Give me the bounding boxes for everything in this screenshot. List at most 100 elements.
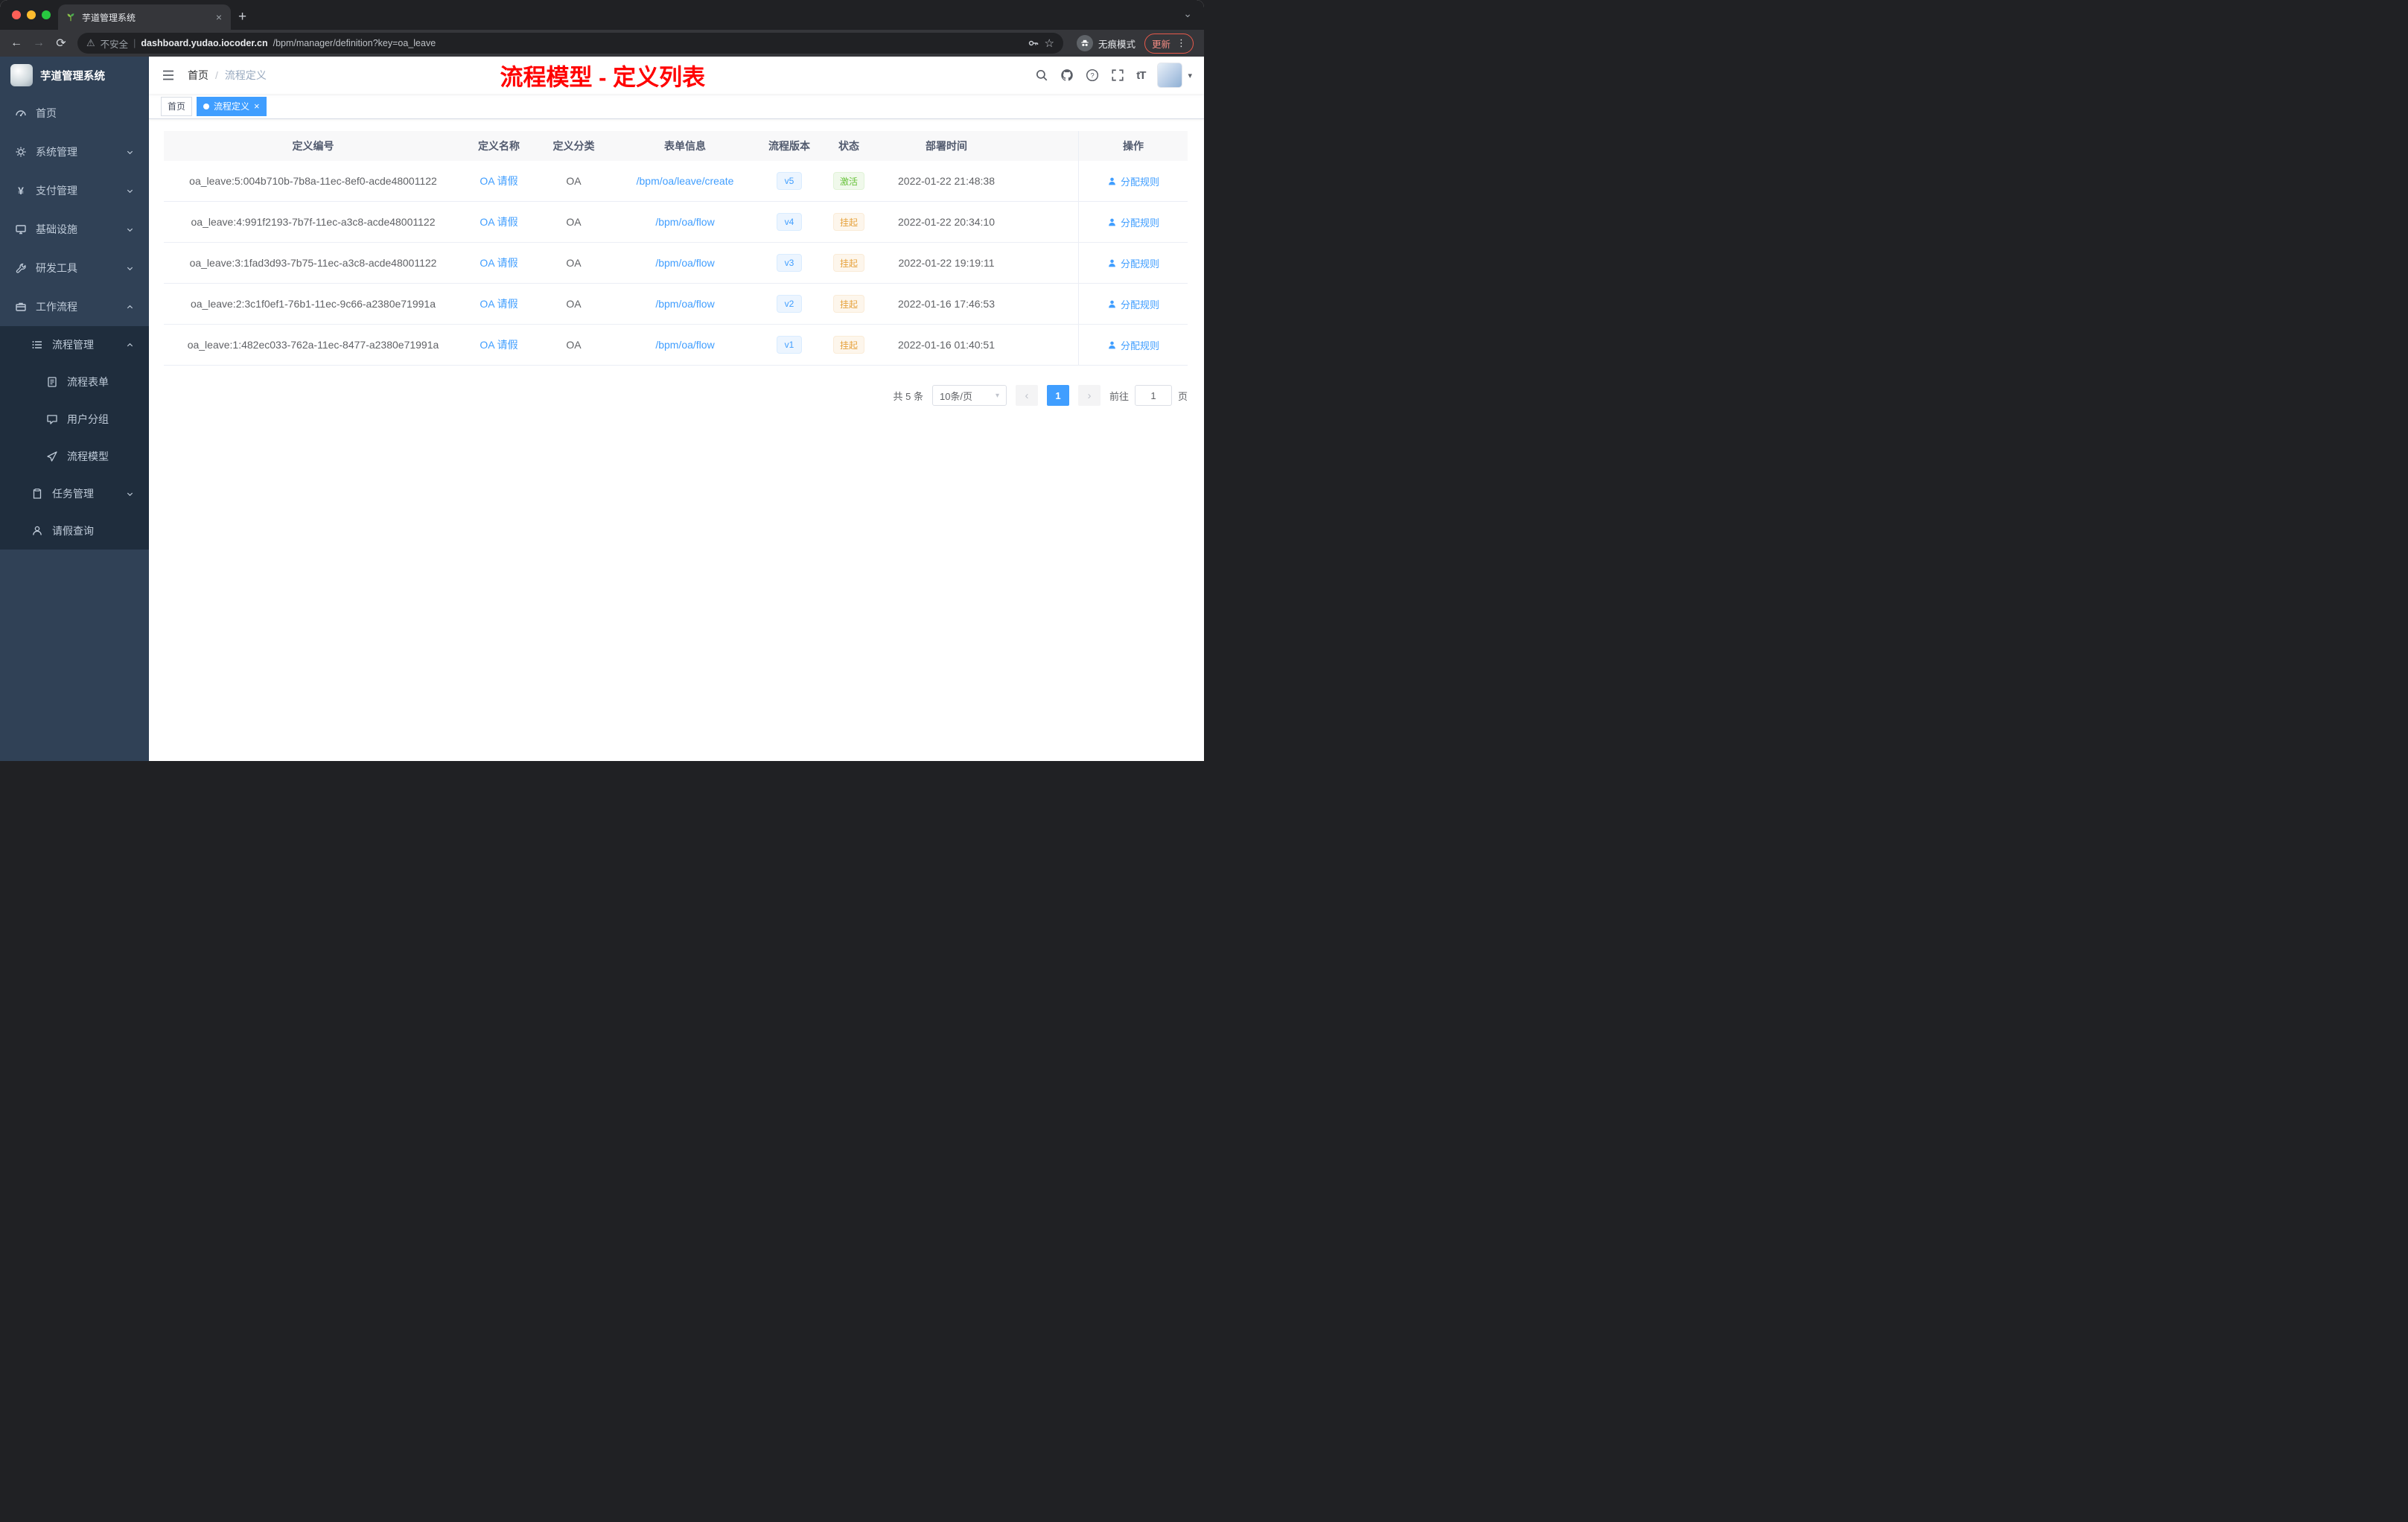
tag-label: 首页 xyxy=(168,101,186,112)
cell-status: 挂起 xyxy=(821,202,877,242)
sidebar-item-label: 工作流程 xyxy=(36,301,77,313)
browser-update-button[interactable]: 更新 ⋮ xyxy=(1144,33,1194,54)
breadcrumb-home[interactable]: 首页 xyxy=(188,68,208,83)
table-row: oa_leave:2:3c1f0ef1-76b1-11ec-9c66-a2380… xyxy=(164,284,1188,325)
cell-definition-category: OA xyxy=(566,257,582,269)
avatar[interactable] xyxy=(1157,63,1183,88)
tag-process-definition[interactable]: 流程定义 × xyxy=(197,96,267,116)
header-definition-id: 定义编号 xyxy=(292,140,334,152)
document-icon xyxy=(46,376,58,388)
cell-form-info: /bpm/oa/flow xyxy=(612,243,758,283)
header-actions: 操作 xyxy=(1078,131,1188,161)
maximize-window-button[interactable] xyxy=(42,10,51,19)
svg-text:?: ? xyxy=(1091,71,1095,80)
cell-definition-category: OA xyxy=(566,175,582,187)
user-avatar-dropdown[interactable]: ▾ xyxy=(1157,63,1192,88)
assign-rule-link[interactable]: 分配规则 xyxy=(1107,174,1159,188)
gear-icon xyxy=(15,146,27,158)
sidebar-item-payment[interactable]: ¥ 支付管理 xyxy=(0,171,149,210)
cell-definition-id: oa_leave:1:482ec033-762a-11ec-8477-a2380… xyxy=(187,339,439,351)
search-icon[interactable] xyxy=(1035,69,1048,82)
sidebar-item-user-group[interactable]: 用户分组 xyxy=(0,401,149,438)
sidebar-item-process-form[interactable]: 流程表单 xyxy=(0,363,149,401)
tag-close-icon[interactable]: × xyxy=(254,101,260,111)
workflow-submenu: 流程管理 流程表单 用户分组 流程模型 任务管理 请假查询 xyxy=(0,326,149,550)
bookmark-star-icon[interactable]: ☆ xyxy=(1045,36,1054,50)
password-key-icon[interactable] xyxy=(1028,37,1039,49)
cell-actions: 分配规则 xyxy=(1078,325,1188,365)
assign-rule-link[interactable]: 分配规则 xyxy=(1107,297,1159,311)
cell-spacer xyxy=(1016,243,1078,283)
pagination: 共 5 条 10条/页 ▾ ‹ 1 › 前往 页 xyxy=(164,385,1188,406)
definition-name-link[interactable]: OA 请假 xyxy=(480,296,517,311)
update-label: 更新 xyxy=(1151,39,1170,50)
cell-actions: 分配规则 xyxy=(1078,161,1188,201)
cell-process-version: v4 xyxy=(758,202,821,242)
sidebar-item-process-model[interactable]: 流程模型 xyxy=(0,438,149,475)
page-number-1[interactable]: 1 xyxy=(1046,385,1069,406)
briefcase-icon xyxy=(15,301,27,313)
security-warning-label[interactable]: 不安全 xyxy=(101,36,129,51)
menu-fold-icon[interactable] xyxy=(161,68,176,83)
sidebar-item-infrastructure[interactable]: 基础设施 xyxy=(0,210,149,249)
person-icon xyxy=(1109,300,1115,308)
tag-home[interactable]: 首页 xyxy=(161,96,193,116)
next-page-button[interactable]: › xyxy=(1077,385,1101,406)
tab-strip: 芋道管理系统 × + ⌄ xyxy=(0,0,1204,30)
list-icon xyxy=(31,339,43,351)
new-tab-button[interactable]: + xyxy=(238,9,246,25)
sidebar-item-task-management[interactable]: 任务管理 xyxy=(0,475,149,512)
tab-search-icon[interactable]: ⌄ xyxy=(1183,7,1192,20)
browser-tab[interactable]: 芋道管理系统 × xyxy=(58,4,231,30)
minimize-window-button[interactable] xyxy=(27,10,36,19)
form-info-link[interactable]: /bpm/oa/flow xyxy=(655,298,714,310)
assign-rule-link[interactable]: 分配规则 xyxy=(1107,256,1159,270)
address-bar[interactable]: ⚠ 不安全 | dashboard.yudao.iocoder.cn/bpm/m… xyxy=(77,33,1063,54)
sidebar-item-home[interactable]: 首页 xyxy=(0,94,149,133)
cell-definition-category: OA xyxy=(566,339,582,351)
sidebar-item-system[interactable]: 系统管理 xyxy=(0,133,149,171)
sidebar-item-workflow[interactable]: 工作流程 xyxy=(0,287,149,326)
browser-toolbar: ← → ⟳ ⚠ 不安全 | dashboard.yudao.iocoder.cn… xyxy=(0,30,1204,57)
definition-name-link[interactable]: OA 请假 xyxy=(480,173,517,188)
definition-name-link[interactable]: OA 请假 xyxy=(480,214,517,229)
assign-rule-link[interactable]: 分配规则 xyxy=(1107,215,1159,229)
page-size-select[interactable]: 10条/页 ▾ xyxy=(931,385,1007,406)
table-row: oa_leave:4:991f2193-7b7f-11ec-a3c8-acde4… xyxy=(164,202,1188,243)
header-status: 状态 xyxy=(838,140,859,152)
assign-rule-label: 分配规则 xyxy=(1120,258,1159,270)
form-info-link[interactable]: /bpm/oa/flow xyxy=(655,216,714,228)
font-size-icon[interactable]: tT xyxy=(1136,69,1146,82)
prev-page-button[interactable]: ‹ xyxy=(1015,385,1038,406)
reload-button[interactable]: ⟳ xyxy=(51,34,71,53)
tab-close-icon[interactable]: × xyxy=(214,11,223,23)
cell-definition-category: OA xyxy=(566,216,582,228)
sidebar-item-process-management[interactable]: 流程管理 xyxy=(0,326,149,363)
fullscreen-icon[interactable] xyxy=(1111,69,1124,82)
table-row: oa_leave:5:004b710b-7b8a-11ec-8ef0-acde4… xyxy=(164,161,1188,202)
close-window-button[interactable] xyxy=(12,10,21,19)
form-info-link[interactable]: /bpm/oa/leave/create xyxy=(637,175,734,187)
browser-menu-kebab-icon[interactable]: ⋮ xyxy=(1176,37,1186,49)
assign-rule-link[interactable]: 分配规则 xyxy=(1107,338,1159,352)
help-question-icon[interactable]: ? xyxy=(1086,69,1099,82)
dashboard-icon xyxy=(15,107,27,119)
cell-form-info: /bpm/oa/flow xyxy=(612,202,758,242)
goto-page-input[interactable] xyxy=(1134,385,1172,406)
header-deploy-time: 部署时间 xyxy=(926,140,967,152)
sidebar-item-leave-query[interactable]: 请假查询 xyxy=(0,512,149,550)
page-unit-label: 页 xyxy=(1177,390,1188,402)
form-info-link[interactable]: /bpm/oa/flow xyxy=(655,339,714,351)
definition-name-link[interactable]: OA 请假 xyxy=(480,255,517,270)
cell-form-info: /bpm/oa/flow xyxy=(612,325,758,365)
github-icon[interactable] xyxy=(1060,69,1074,82)
version-badge: v2 xyxy=(777,295,802,313)
definition-name-link[interactable]: OA 请假 xyxy=(480,337,517,352)
sidebar-item-label: 请假查询 xyxy=(52,525,94,537)
back-button[interactable]: ← xyxy=(6,34,27,53)
cell-deploy-time: 2022-01-22 19:19:11 xyxy=(898,257,995,269)
sidebar-item-label: 基础设施 xyxy=(36,223,77,235)
form-info-link[interactable]: /bpm/oa/flow xyxy=(655,257,714,269)
sidebar-item-dev-tools[interactable]: 研发工具 xyxy=(0,249,149,287)
forward-button[interactable]: → xyxy=(28,34,49,53)
